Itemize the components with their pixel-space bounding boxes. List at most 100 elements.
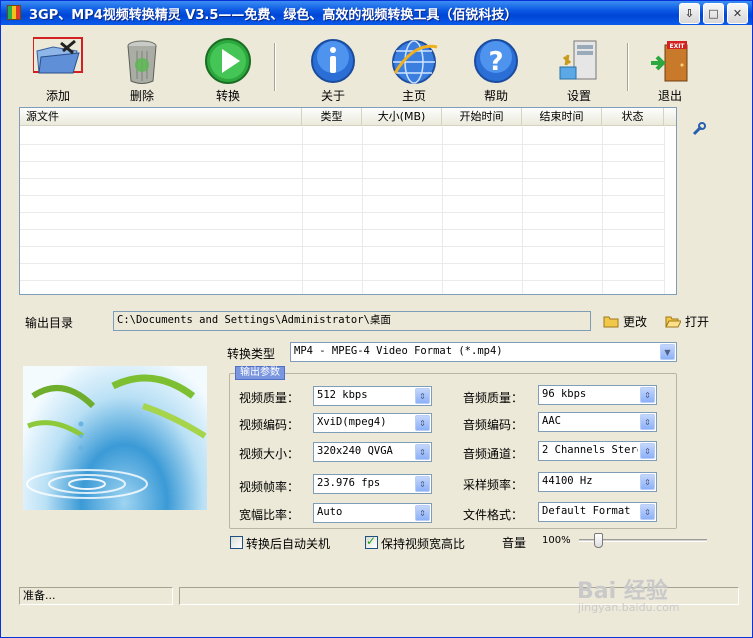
exit-button-label: 退出	[657, 89, 682, 103]
stepper-icon[interactable]: ⇕	[640, 474, 655, 490]
column-type[interactable]: 类型	[302, 108, 362, 126]
file-format-select[interactable]: Default Format ⇕	[538, 502, 657, 522]
file-list-body	[20, 127, 676, 294]
help-button-label: 帮助	[483, 89, 508, 103]
exit-sign-text: EXIT	[669, 43, 685, 50]
file-format-value: Default Format	[542, 505, 631, 517]
stepper-icon[interactable]: ⇕	[415, 505, 430, 521]
audio-channel-select[interactable]: 2 Channels Stere ⇕	[538, 441, 657, 461]
video-quality-label: 视频质量：	[239, 391, 300, 405]
stepper-icon[interactable]: ⇕	[640, 387, 655, 403]
status-text: 准备...	[19, 587, 173, 605]
volume-slider-thumb[interactable]	[594, 533, 604, 548]
stepper-icon[interactable]: ⇕	[415, 415, 430, 431]
change-dir-button[interactable]: 更改	[603, 312, 663, 330]
column-size[interactable]: 大小(MB)	[362, 108, 442, 126]
main-window: 3GP、MP4视频转换精灵 V3.5——免费、绿色、高效的视频转换工具（佰锐科技…	[0, 0, 753, 638]
exit-button[interactable]: EXIT 退出	[634, 37, 706, 103]
frame-rate-select[interactable]: 23.976 fps ⇕	[313, 474, 432, 494]
maximize-button[interactable]: □	[703, 3, 724, 24]
column-status[interactable]: 状态	[602, 108, 664, 126]
sample-rate-select[interactable]: 44100 Hz ⇕	[538, 472, 657, 492]
audio-channel-value: 2 Channels Stere	[542, 444, 638, 456]
change-dir-label: 更改	[623, 315, 648, 329]
help-icon: ?	[471, 37, 521, 87]
file-list-header: 源文件 类型 大小(MB) 开始时间 结束时间 状态	[20, 108, 676, 126]
homepage-button[interactable]: 主页	[378, 37, 450, 103]
add-button[interactable]: 添加	[22, 37, 94, 103]
file-format-label: 文件格式：	[463, 508, 524, 522]
auto-shutdown-label[interactable]: 转换后自动关机	[246, 535, 330, 552]
audio-channel-label: 音频通道：	[463, 447, 524, 461]
delete-button[interactable]: 删除	[106, 37, 178, 103]
add-folder-icon	[32, 37, 83, 87]
minimize-button[interactable]: ⇩	[679, 3, 700, 24]
info-icon	[308, 37, 358, 87]
video-size-label: 视频大小：	[239, 447, 300, 461]
output-params-title: 输出参数	[235, 366, 285, 380]
window-title: 3GP、MP4视频转换精灵 V3.5——免费、绿色、高效的视频转换工具（佰锐科技…	[29, 8, 518, 23]
close-button[interactable]: ✕	[727, 3, 748, 24]
auto-shutdown-checkbox[interactable]	[230, 536, 243, 549]
audio-codec-select[interactable]: AAC ⇕	[538, 412, 657, 432]
about-button[interactable]: 关于	[297, 37, 369, 103]
video-size-value: 320x240 QVGA	[317, 445, 393, 457]
volume-label: 音量	[502, 536, 527, 550]
aspect-ratio-select[interactable]: Auto ⇕	[313, 503, 432, 523]
video-quality-value: 512 kbps	[317, 389, 368, 401]
convert-type-label: 转换类型	[227, 347, 276, 361]
video-quality-select[interactable]: 512 kbps ⇕	[313, 386, 432, 406]
column-end-time[interactable]: 结束时间	[522, 108, 602, 126]
toolbar-separator	[627, 43, 629, 91]
sample-rate-label: 采样频率：	[463, 478, 524, 492]
volume-value: 100%	[542, 535, 571, 546]
stepper-icon[interactable]: ⇕	[640, 504, 655, 520]
video-size-select[interactable]: 320x240 QVGA ⇕	[313, 442, 432, 462]
keep-aspect-checkbox[interactable]	[365, 534, 378, 549]
settings-button-label: 设置	[566, 89, 591, 103]
audio-quality-value: 96 kbps	[542, 388, 587, 400]
wrench-icon[interactable]	[691, 121, 707, 137]
audio-codec-label: 音频编码：	[463, 418, 524, 432]
stepper-icon[interactable]: ⇕	[640, 443, 655, 459]
audio-quality-label: 音频质量：	[463, 391, 524, 405]
video-codec-label: 视频编码：	[239, 418, 300, 432]
preview-image	[23, 366, 207, 510]
audio-codec-value: AAC	[542, 415, 561, 427]
convert-type-select[interactable]: MP4 - MPEG-4 Video Format (*.mp4) ▼	[290, 342, 677, 362]
settings-icon	[554, 37, 604, 87]
video-codec-select[interactable]: XviD(mpeg4) ⇕	[313, 413, 432, 433]
stepper-icon[interactable]: ⇕	[640, 414, 655, 430]
add-button-label: 添加	[45, 89, 70, 103]
stepper-icon[interactable]: ⇕	[415, 388, 430, 404]
play-icon	[203, 37, 253, 87]
open-dir-label: 打开	[685, 315, 710, 329]
title-bar[interactable]: 3GP、MP4视频转换精灵 V3.5——免费、绿色、高效的视频转换工具（佰锐科技…	[1, 1, 752, 25]
homepage-button-label: 主页	[401, 89, 426, 103]
about-button-label: 关于	[320, 89, 345, 103]
convert-button[interactable]: 转换	[192, 37, 264, 103]
audio-quality-select[interactable]: 96 kbps ⇕	[538, 385, 657, 405]
sample-rate-value: 44100 Hz	[542, 475, 593, 487]
baidu-watermark-url: jingyan.baidu.com	[578, 601, 680, 614]
stepper-icon[interactable]: ⇕	[415, 444, 430, 460]
stepper-icon[interactable]: ⇕	[415, 476, 430, 492]
svg-text:?: ?	[488, 47, 503, 77]
keep-aspect-label[interactable]: 保持视频宽高比	[381, 535, 465, 552]
video-codec-value: XviD(mpeg4)	[317, 416, 387, 428]
column-source-file[interactable]: 源文件	[20, 108, 302, 126]
trash-can-icon	[117, 37, 167, 87]
frame-rate-label: 视频帧率：	[239, 480, 300, 494]
output-dir-field[interactable]: C:\Documents and Settings\Administrator\…	[113, 311, 591, 331]
open-dir-button[interactable]: 打开	[665, 312, 721, 330]
aspect-ratio-label: 宽幅比率：	[239, 508, 300, 522]
frame-rate-value: 23.976 fps	[317, 477, 381, 489]
chevron-down-icon[interactable]: ▼	[660, 344, 675, 360]
settings-button[interactable]: 设置	[543, 37, 615, 103]
help-button[interactable]: ? 帮助	[460, 37, 532, 103]
delete-button-label: 删除	[129, 89, 154, 103]
output-dir-label: 输出目录	[25, 316, 74, 330]
file-list[interactable]: 源文件 类型 大小(MB) 开始时间 结束时间 状态	[19, 107, 677, 295]
exit-door-icon: EXIT	[645, 37, 695, 87]
column-start-time[interactable]: 开始时间	[442, 108, 522, 126]
